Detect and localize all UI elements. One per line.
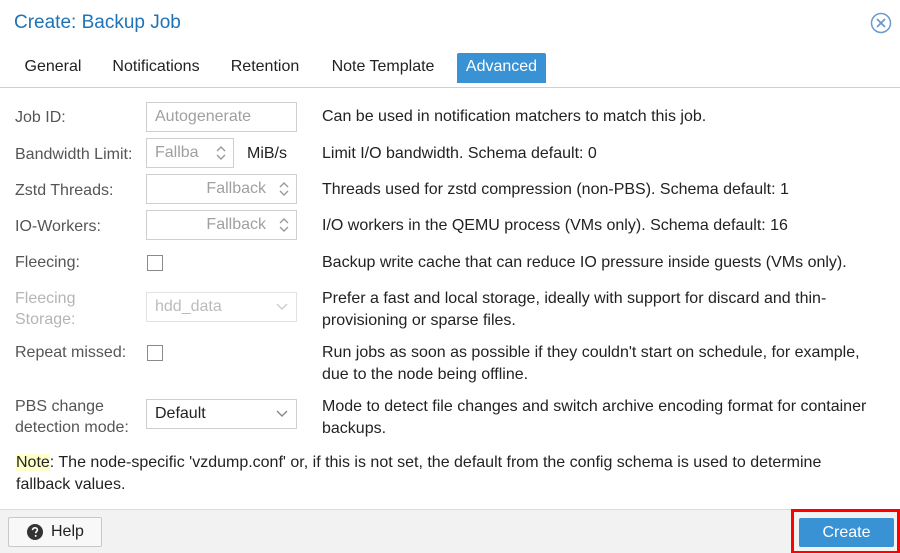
- create-button-highlight: Create: [791, 509, 900, 553]
- pbs-mode-description: Mode to detect file changes and switch a…: [322, 398, 867, 437]
- zstd-placeholder: Fallback: [206, 180, 266, 197]
- io-workers-input[interactable]: Fallback: [146, 210, 297, 240]
- pbs-mode-value: Default: [155, 405, 206, 422]
- dialog-titlebar: Create: Backup Job: [0, 0, 900, 46]
- repeat-missed-description: Run jobs as soon as possible if they cou…: [322, 344, 860, 383]
- fleecing-description: Backup write cache that can reduce IO pr…: [322, 254, 847, 271]
- fleecing-storage-description: Prefer a fast and local storage, ideally…: [322, 290, 827, 329]
- fleecing-storage-label-line2: Storage:: [15, 311, 76, 328]
- spinner-icon[interactable]: [215, 144, 227, 162]
- tab-retention[interactable]: Retention: [220, 53, 310, 83]
- repeat-missed-label: Repeat missed:: [15, 344, 127, 361]
- tab-notifications[interactable]: Notifications: [103, 53, 209, 83]
- tab-note-template[interactable]: Note Template: [320, 53, 446, 83]
- pbs-mode-label-line2: detection mode:: [15, 419, 129, 436]
- help-label: Help: [51, 523, 84, 540]
- tab-advanced[interactable]: Advanced: [457, 53, 546, 83]
- zstd-threads-input[interactable]: Fallback: [146, 174, 297, 204]
- question-circle-icon: [27, 524, 43, 540]
- pbs-mode-label-line1: PBS change: [15, 398, 104, 415]
- create-button[interactable]: Create: [799, 518, 894, 547]
- fleecing-checkbox[interactable]: [147, 255, 163, 271]
- spinner-icon[interactable]: [278, 216, 290, 234]
- dialog-footer: Help Create: [0, 509, 900, 553]
- fleecing-storage-label: Fleecing Storage:: [15, 288, 75, 330]
- bandwidth-label: Bandwidth Limit:: [15, 146, 133, 163]
- pbs-mode-select[interactable]: Default: [146, 399, 297, 429]
- fleecing-storage-label-line1: Fleecing: [15, 290, 76, 307]
- pbs-mode-label: PBS change detection mode:: [15, 396, 129, 438]
- zstd-description: Threads used for zstd compression (non-P…: [322, 181, 789, 198]
- job-id-description: Can be used in notification matchers to …: [322, 108, 707, 125]
- bandwidth-unit: MiB/s: [247, 145, 287, 162]
- job-id-placeholder: Autogenerate: [155, 108, 252, 125]
- chevron-down-icon: [276, 410, 288, 417]
- fallback-note: Note: The node-specific 'vzdump.conf' or…: [16, 452, 876, 496]
- io-workers-description: I/O workers in the QEMU process (VMs onl…: [322, 217, 788, 234]
- io-workers-placeholder: Fallback: [206, 216, 266, 233]
- fleecing-storage-select[interactable]: hdd_data: [146, 292, 297, 322]
- note-text: : The node-specific 'vzdump.conf' or, if…: [16, 454, 822, 493]
- dialog-title: Create: Backup Job: [14, 12, 181, 33]
- job-id-input[interactable]: Autogenerate: [146, 102, 297, 132]
- io-workers-label: IO-Workers:: [15, 218, 101, 235]
- close-circle-icon: [870, 12, 892, 34]
- tab-general[interactable]: General: [13, 53, 93, 83]
- zstd-label: Zstd Threads:: [15, 182, 114, 199]
- repeat-missed-checkbox[interactable]: [147, 345, 163, 361]
- fleecing-storage-value: hdd_data: [155, 298, 222, 315]
- job-id-label: Job ID:: [15, 109, 66, 126]
- help-button[interactable]: Help: [8, 517, 102, 547]
- close-button[interactable]: [870, 12, 892, 34]
- chevron-down-icon: [276, 303, 288, 310]
- bandwidth-description: Limit I/O bandwidth. Schema default: 0: [322, 145, 597, 162]
- advanced-panel: Job ID: Autogenerate Can be used in noti…: [0, 88, 900, 508]
- bandwidth-input[interactable]: Fallba: [146, 138, 234, 168]
- bandwidth-placeholder: Fallba: [155, 144, 199, 161]
- tab-bar: General Notifications Retention Note Tem…: [0, 46, 900, 88]
- note-keyword: Note: [16, 454, 50, 471]
- fleecing-label: Fleecing:: [15, 254, 80, 271]
- spinner-icon[interactable]: [278, 180, 290, 198]
